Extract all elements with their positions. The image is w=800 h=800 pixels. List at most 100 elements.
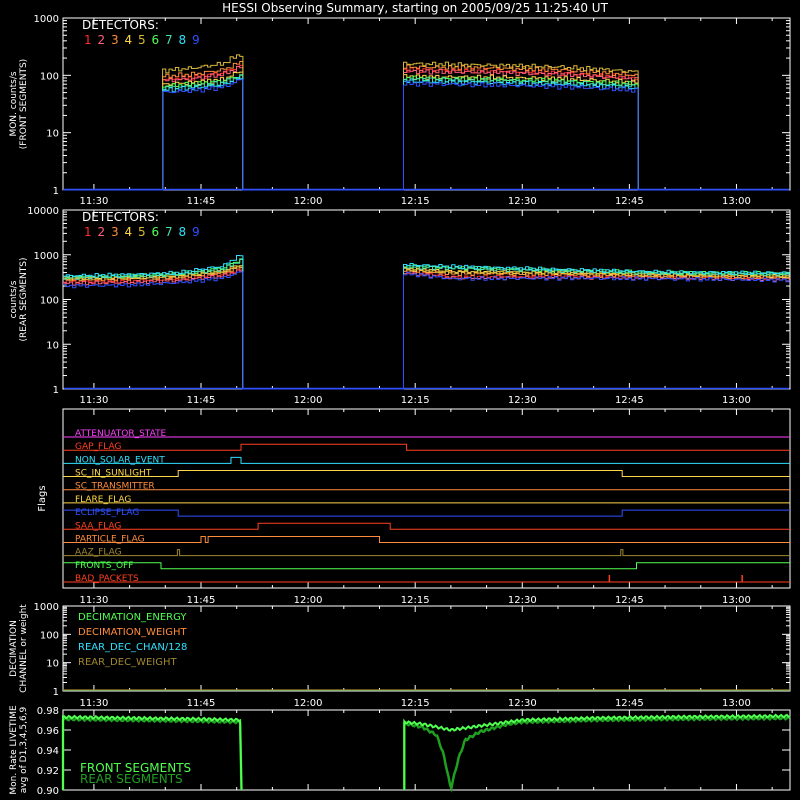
y-tick-label: 1000 [34,602,59,613]
flag-label-particle_flag: PARTICLE_FLAG [75,534,145,544]
flag-label-eclipse_flag: ECLIPSE_FLAG [75,508,139,518]
y-tick-label: 10 [46,659,59,670]
y-tick-label: 100 [40,71,59,82]
y-axis-label: DECIMATIONCHANNEL or weight [9,604,29,693]
x-tick-label: 12:15 [401,395,430,406]
x-tick-label: 12:00 [294,698,323,709]
flag-label-sc_in_sunlight: SC_IN_SUNLIGHT [75,469,152,479]
x-tick-label: 11:30 [79,395,108,406]
y-axis-label-line: Mon. Rate LIVETIME [9,705,19,795]
chart-title: HESSI Observing Summary, starting on 200… [222,1,608,15]
y-axis-label-line: DECIMATION [9,620,19,677]
y-tick-label: 10 [46,129,59,140]
panel-rear-rates: 11:30 11:45 12:00 12:15 12:30 12:45 13:00 count… [9,206,791,406]
series-line-9 [63,79,790,191]
y-tick-label: 0.98 [37,706,59,717]
x-tick-label: 11:45 [187,196,216,207]
y-tick-label: 0.94 [37,746,59,757]
legend-decimation-energy: DECIMATION_ENERGY [78,612,187,623]
x-tick-label: 12:45 [615,698,644,709]
x-tick-label: 13:00 [722,395,751,406]
legend-title: DETECTORS: [82,210,159,224]
series-line-9 [63,271,790,390]
x-tick-label: 12:30 [508,698,537,709]
x-tick-label: 11:30 [79,196,108,207]
legend-detector-6: 6 [152,33,160,47]
series-line-8 [63,77,790,191]
x-tick-label: 13:00 [722,196,751,207]
x-tick-label: 12:15 [401,698,430,709]
legend-detector-5: 5 [138,33,146,47]
flag-line-fronts_off [63,562,790,570]
flag-line-eclipse_flag [63,509,790,517]
x-tick-label: 12:00 [294,196,323,207]
y-tick-label: 1 [53,186,59,197]
legend-title: DETECTORS: [82,18,159,32]
legend-detector-2: 2 [98,33,106,47]
y-axis-label-line: (FRONT SEGMENTS) [19,59,29,149]
y-tick-label: 1 [53,687,59,698]
flag-label-attenuator_state: ATTENUATOR_STATE [75,429,167,439]
y-axis-label: MON. counts/s(FRONT SEGMENTS) [9,59,29,149]
y-tick-label: 10 [46,340,59,351]
y-tick-label: 0.90 [37,786,59,797]
series-line-1 [63,268,790,390]
chart-content: 11:30 11:45 12:00 12:15 12:30 12:45 13:00 MON. … [9,14,791,797]
x-tick-label: 11:45 [187,698,216,709]
x-tick-label: 12:45 [615,395,644,406]
panel-front-rates: 11:30 11:45 12:00 12:15 12:30 12:45 13:00 MON. … [9,14,791,207]
x-tick-label: 12:15 [401,595,430,606]
hessi-summary-chart: HESSI Observing Summary, starting on 200… [9,1,791,797]
y-axis-label-line: avg of D1,3,4,5,6,9 [19,706,29,793]
panel-flags: 11:30 11:45 12:00 12:15 12:30 12:45 13:00 Flags… [37,408,791,606]
legend-detector-9: 9 [192,33,200,47]
x-tick-label: 11:30 [79,595,108,606]
flag-line-saa_flag [63,522,790,530]
flag-label-aaz_flag: AAZ_FLAG [75,548,122,558]
x-tick-label: 11:45 [187,395,216,406]
x-tick-label: 12:30 [508,196,537,207]
y-tick-label: 10000 [27,206,59,217]
x-tick-label: 13:00 [722,698,751,709]
flag-line-sc_in_sunlight [63,470,790,477]
legend-detector-4: 4 [125,33,133,47]
y-axis-label: Flags [37,485,48,511]
y-tick-label: 1000 [34,251,59,262]
legend-detector-8: 8 [179,33,187,47]
legend-detector-5: 5 [138,225,146,239]
x-tick-label: 11:30 [79,698,108,709]
y-axis-label-line: CHANNEL or weight [19,604,29,693]
legend-decimation-weight: DECIMATION_WEIGHT [78,627,187,638]
panel-frame [62,408,791,589]
x-tick-label: 12:30 [508,395,537,406]
y-axis-label-line: counts/s [9,280,19,318]
legend-rear-segments: REAR SEGMENTS [80,772,183,786]
y-tick-label: 0.92 [37,766,59,777]
legend-detector-8: 8 [179,225,187,239]
x-tick-label: 11:45 [187,595,216,606]
x-tick-label: 12:15 [401,196,430,207]
x-tick-label: 12:00 [294,595,323,606]
legend-detector-3: 3 [111,225,119,239]
flag-label-bad_packets: BAD_PACKETS [75,574,139,584]
y-tick-label: 1000 [34,14,59,25]
x-tick-label: 12:00 [294,395,323,406]
y-tick-label: 100 [40,296,59,307]
series-line-3 [63,265,790,390]
flag-label-gap_flag: GAP_FLAG [75,442,121,452]
panel-livetime: Mon. Rate LIVETIMEavg of D1,3,4,5,6,9 0.9… [9,705,791,797]
y-axis-label: counts/s(REAR SEGMENTS) [9,257,29,341]
flag-line-aaz_flag [63,549,790,557]
legend-detector-6: 6 [152,225,160,239]
series-line-2 [63,269,790,390]
y-tick-label: 100 [40,630,59,641]
legend-detector-2: 2 [98,225,106,239]
flag-label-saa_flag: SAA_FLAG [75,521,121,531]
x-tick-label: 13:00 [722,595,751,606]
legend-rear-dec-weight: REAR_DEC_WEIGHT [78,657,177,668]
flag-label-fronts_off: FRONTS_OFF [75,561,133,571]
flag-line-particle_flag [63,536,790,543]
y-axis-label-line: MON. counts/s [9,71,19,136]
flag-line-non_solar_event [63,456,790,464]
flag-label-sc_transmitter: SC_TRANSMITTER [75,482,155,492]
